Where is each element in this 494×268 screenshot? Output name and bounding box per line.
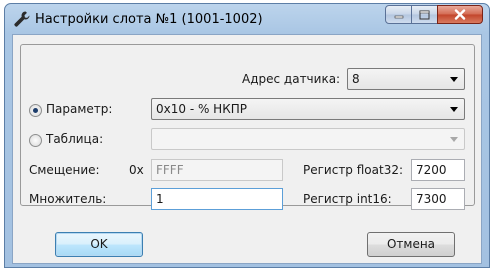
cancel-button[interactable]: Отмена — [367, 232, 455, 257]
settings-dialog-window: Настройки слота №1 (1001-1002) Адрес дат… — [4, 3, 490, 268]
close-icon — [454, 9, 466, 20]
chevron-down-icon — [450, 137, 458, 142]
int16-register-label: Регистр int16: — [303, 192, 392, 206]
ok-button[interactable]: OK — [55, 232, 143, 257]
multiplier-label: Множитель: — [29, 192, 107, 206]
multiplier-input[interactable]: 1 — [151, 188, 283, 210]
dialog-client-area: Адрес датчика: 8 Параметр: 0x10 - % НКПР… — [12, 34, 482, 264]
window-title: Настройки слота №1 (1001-1002) — [35, 12, 263, 27]
maximize-button[interactable] — [411, 5, 438, 24]
sensor-address-value: 8 — [352, 72, 360, 86]
chevron-down-icon — [450, 77, 458, 82]
sensor-address-select[interactable]: 8 — [347, 68, 465, 90]
parameter-radio[interactable] — [29, 104, 42, 117]
radio-selected-dot — [33, 108, 38, 113]
float32-register-label: Регистр float32: — [303, 163, 404, 177]
parameter-value: 0x10 - % НКПР — [156, 102, 247, 116]
table-select[interactable] — [151, 128, 465, 150]
offset-input[interactable]: FFFF — [151, 159, 283, 181]
int16-register-input[interactable]: 7300 — [411, 188, 465, 210]
offset-hex-prefix: 0x — [129, 163, 144, 177]
title-bar[interactable]: Настройки слота №1 (1001-1002) — [5, 4, 489, 34]
parameter-label: Параметр: — [46, 102, 113, 116]
minimize-icon — [394, 15, 403, 18]
table-radio[interactable] — [29, 134, 42, 147]
maximize-icon — [419, 10, 430, 19]
chevron-down-icon — [450, 107, 458, 112]
minimize-button[interactable] — [385, 5, 412, 24]
float32-register-input[interactable]: 7200 — [411, 159, 465, 181]
offset-label: Смещение: — [29, 163, 100, 177]
close-button[interactable] — [437, 5, 483, 24]
settings-group-box: Адрес датчика: 8 Параметр: 0x10 - % НКПР… — [20, 44, 475, 210]
wrench-icon — [14, 11, 30, 27]
table-label: Таблица: — [46, 132, 104, 146]
sensor-address-label: Адрес датчика: — [242, 72, 341, 86]
parameter-select[interactable]: 0x10 - % НКПР — [151, 98, 465, 120]
